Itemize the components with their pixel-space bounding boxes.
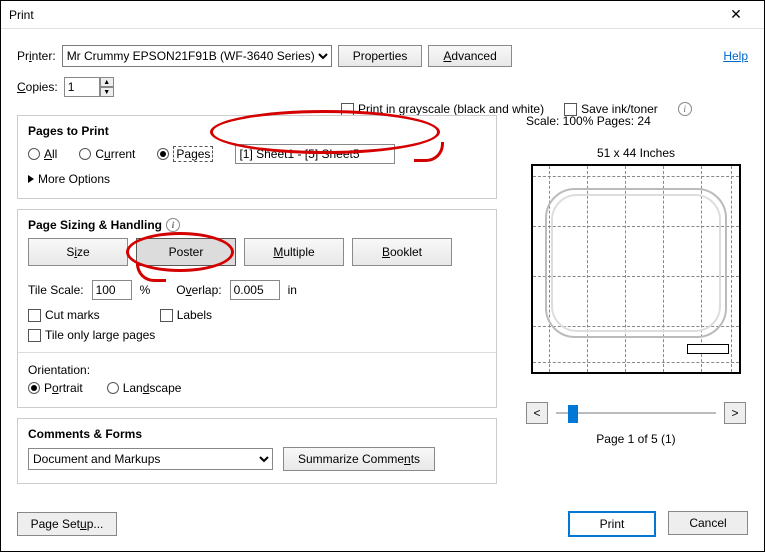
pages-group-title: Pages to Print — [28, 124, 486, 138]
page-slider[interactable] — [556, 403, 716, 423]
cancel-button[interactable]: Cancel — [668, 511, 748, 535]
summarize-comments-button[interactable]: Summarize Comments — [283, 447, 435, 471]
radio-pages[interactable]: Pages — [157, 146, 213, 162]
copies-input[interactable] — [64, 77, 100, 97]
size-button[interactable]: Size — [28, 238, 128, 266]
printer-select[interactable]: Mr Crummy EPSON21F91B (WF-3640 Series) — [62, 45, 332, 67]
copies-row: Copies: ▲▼ — [17, 77, 748, 97]
preview-scale-label: Scale: 100% Pages: 24 — [526, 114, 746, 128]
tile-scale-label: Tile Scale: — [28, 283, 84, 297]
radio-landscape[interactable]: Landscape — [107, 381, 182, 395]
radio-portrait[interactable]: Portrait — [28, 381, 83, 395]
close-icon[interactable]: ✕ — [716, 1, 756, 29]
copies-stepper[interactable]: ▲▼ — [64, 77, 114, 97]
radio-current[interactable]: Current — [79, 147, 135, 161]
copies-label: Copies: — [17, 80, 58, 94]
dialog-title: Print — [9, 8, 34, 22]
preview-canvas — [531, 164, 741, 374]
page-sizing-group: Page Sizing & Handling i Size Poster Mul… — [17, 209, 497, 408]
copies-up-icon[interactable]: ▲ — [100, 77, 114, 87]
info-icon[interactable]: i — [166, 218, 180, 232]
help-link[interactable]: Help — [723, 49, 748, 63]
grayscale-checkbox[interactable]: Print in grayscale (black and white) — [341, 102, 544, 116]
multiple-button[interactable]: Multiple — [244, 238, 344, 266]
triangle-right-icon — [28, 175, 34, 183]
pages-range-input[interactable] — [235, 144, 395, 164]
comments-group: Comments & Forms Document and Markups Su… — [17, 418, 497, 484]
overlap-label: Overlap: — [176, 283, 221, 297]
booklet-button[interactable]: Booklet — [352, 238, 452, 266]
print-button[interactable]: Print — [568, 511, 656, 537]
pages-to-print-group: Pages to Print All Current Pages More Op… — [17, 115, 497, 199]
labels-checkbox[interactable]: Labels — [160, 308, 212, 322]
titlebar: Print ✕ — [1, 1, 764, 29]
orientation-label: Orientation: — [28, 363, 486, 377]
footer-bar: Page Setup... Print Cancel — [17, 511, 748, 537]
page-setup-button[interactable]: Page Setup... — [17, 512, 117, 536]
printer-row: Printer: Mr Crummy EPSON21F91B (WF-3640 … — [17, 45, 748, 67]
tile-large-checkbox[interactable]: Tile only large pages — [28, 328, 155, 342]
preview-dims-label: 51 x 44 Inches — [526, 146, 746, 160]
poster-button[interactable]: Poster — [136, 238, 236, 266]
copies-down-icon[interactable]: ▼ — [100, 87, 114, 97]
printer-label: Printer: — [17, 49, 56, 63]
print-dialog: Print ✕ Printer: Mr Crummy EPSON21F91B (… — [0, 0, 765, 552]
comments-group-title: Comments & Forms — [28, 427, 486, 441]
properties-button[interactable]: Properties — [338, 45, 423, 67]
preview-page-label: Page 1 of 5 (1) — [526, 432, 746, 446]
tile-scale-input[interactable] — [92, 280, 132, 300]
titleblock-icon — [687, 344, 729, 354]
sizing-group-title: Page Sizing & Handling i — [28, 218, 486, 232]
cut-marks-checkbox[interactable]: Cut marks — [28, 308, 100, 322]
comments-select[interactable]: Document and Markups — [28, 448, 273, 470]
preview-pane: Scale: 100% Pages: 24 51 x 44 Inches < >… — [526, 114, 746, 446]
more-options-toggle[interactable]: More Options — [28, 172, 486, 186]
overlap-input[interactable] — [230, 280, 280, 300]
next-page-button[interactable]: > — [724, 402, 746, 424]
advanced-button[interactable]: Advanced — [428, 45, 511, 67]
prev-page-button[interactable]: < — [526, 402, 548, 424]
radio-all[interactable]: All — [28, 147, 57, 161]
